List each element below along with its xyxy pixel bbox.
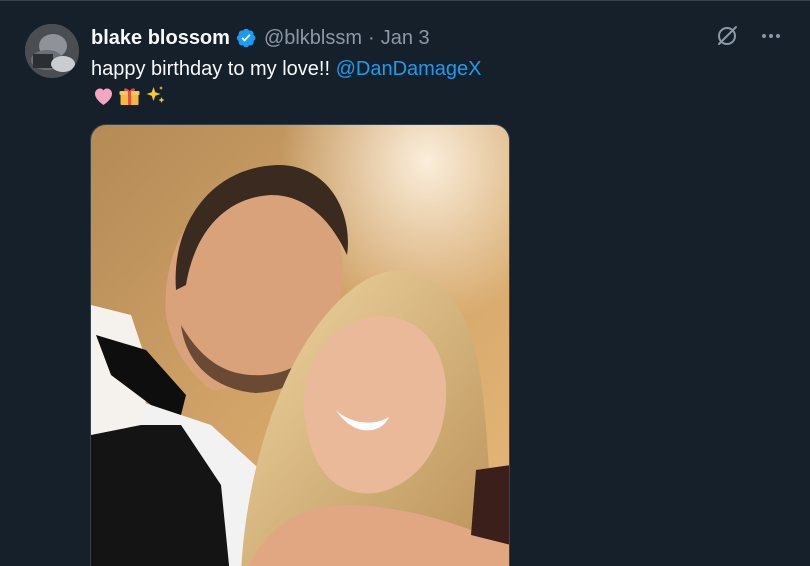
separator-dot: · — [368, 26, 375, 49]
tweet[interactable]: blake blossom @blkblssm · Jan 3 happy bi… — [0, 0, 810, 566]
tweet-text: happy birthday to my love!! @DanDamageX — [91, 56, 482, 109]
tweet-actions — [715, 24, 783, 48]
user-handle[interactable]: @blkblssm — [264, 27, 362, 50]
tweet-header: blake blossom @blkblssm · Jan 3 — [91, 26, 430, 50]
mention-link[interactable]: @DanDamageX — [336, 58, 482, 80]
emoji-row — [91, 83, 482, 109]
heart-icon — [91, 84, 116, 108]
more-icon[interactable] — [759, 24, 783, 48]
tweet-date[interactable]: Jan 3 — [381, 27, 430, 50]
tweet-body-text: happy birthday to my love!! — [91, 58, 336, 80]
avatar[interactable] — [25, 24, 79, 78]
display-name[interactable]: blake blossom — [91, 27, 230, 50]
sparkles-icon — [143, 84, 168, 108]
verified-badge-icon[interactable] — [235, 27, 257, 49]
tweet-photo[interactable] — [90, 124, 510, 566]
gift-icon — [117, 84, 142, 108]
grok-icon[interactable] — [715, 24, 739, 48]
